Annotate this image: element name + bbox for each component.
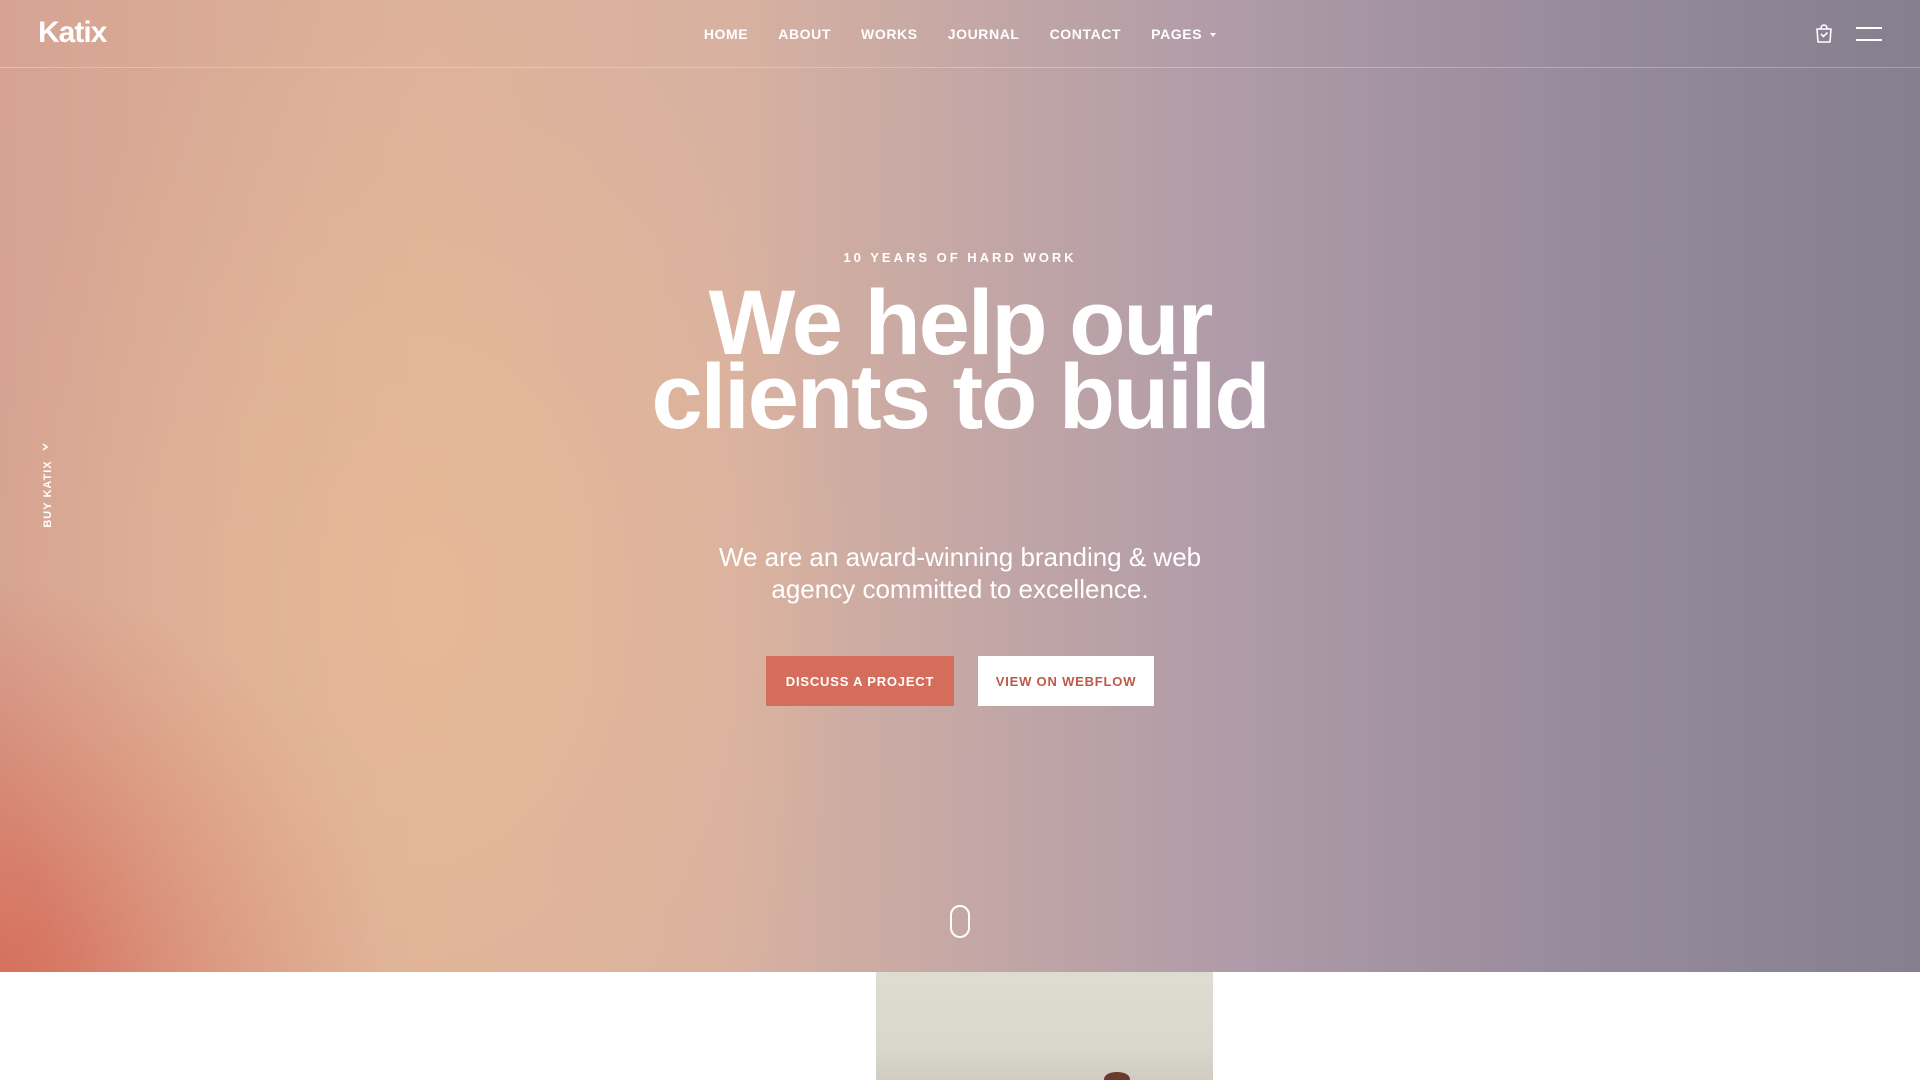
menu-bar [1856,27,1882,29]
nav-works[interactable]: WORKS [846,26,933,42]
menu-bar [1856,39,1882,41]
nav-home[interactable]: HOME [689,26,763,42]
nav-home-label: HOME [703,26,749,42]
nav-works-label: WORKS [861,26,918,42]
site-header: Katix HOME ABOUT WORKS JOURNAL CONTACT P… [0,0,1920,68]
feature-image [876,972,1213,1080]
discuss-project-button[interactable]: DISCUSS A PROJECT [766,656,954,706]
buy-katix-link[interactable]: BUY KATIX [36,442,56,532]
mouse-scroll-icon[interactable] [950,905,970,938]
nav-journal-label: JOURNAL [947,26,1020,42]
hero-subtitle-line1: We are an award-winning branding & web [718,542,1202,572]
hamburger-menu-icon[interactable] [1856,26,1882,42]
caret-down-icon [1210,32,1217,37]
nav-journal[interactable]: JOURNAL [933,26,1035,42]
hero-headline-line2: clients to build [651,346,1270,448]
hero-eyebrow: 10 YEARS OF HARD WORK [843,250,1077,265]
buy-katix-label: BUY KATIX [42,460,54,528]
chevron-icon [42,443,49,451]
hero-headline: We help our clients to build [0,277,1920,443]
main-nav: HOME ABOUT WORKS JOURNAL CONTACT PAGES [0,0,1920,68]
hero-subtitle-line2: agency committed to excellence. [771,574,1149,604]
nav-contact[interactable]: CONTACT [1035,26,1137,42]
nav-contact-label: CONTACT [1049,26,1122,42]
photo-subject [1104,1072,1130,1080]
nav-pages-dropdown[interactable]: PAGES [1136,26,1231,42]
nav-pages-label: PAGES [1151,26,1203,42]
hero-section: Katix HOME ABOUT WORKS JOURNAL CONTACT P… [0,0,1920,972]
nav-about[interactable]: ABOUT [763,26,846,42]
cart-icon[interactable] [1815,24,1833,43]
nav-about-label: ABOUT [778,26,832,42]
view-on-webflow-button[interactable]: VIEW ON WEBFLOW [978,656,1154,706]
hero-subtitle: We are an award-winning branding & web a… [660,541,1260,605]
